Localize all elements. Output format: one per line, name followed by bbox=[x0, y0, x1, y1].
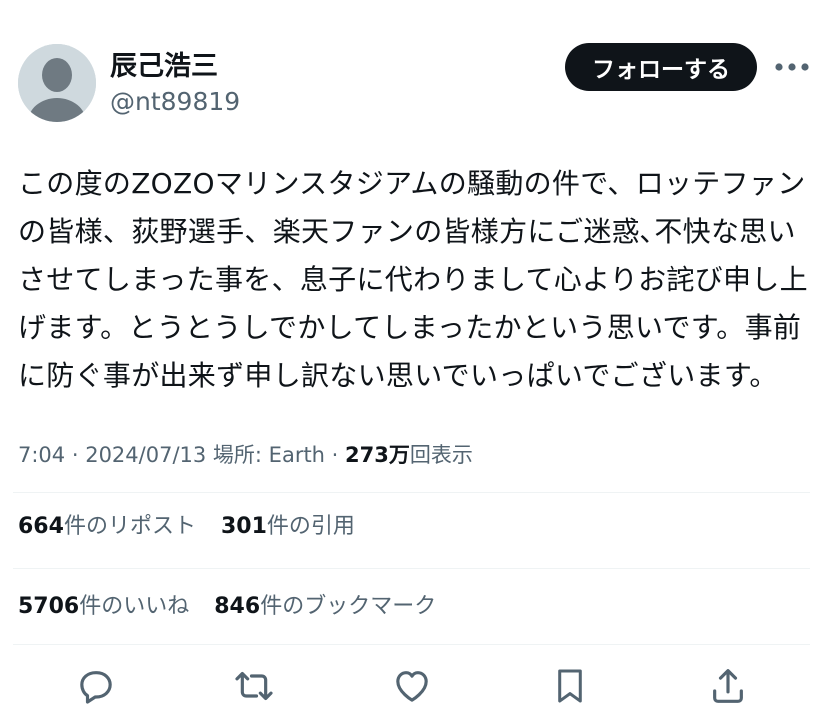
tweet-text-line: させてしまった事を、息子に代わりまして心よりお詫び申し上 bbox=[18, 263, 808, 296]
stats-row-bottom: 5706件のいいね 846件のブックマーク bbox=[18, 592, 454, 622]
author-handle[interactable]: @nt89819 bbox=[110, 86, 240, 118]
tweet-text-line: げます。とうとうしでかしてしまったかという思いです。事前 bbox=[18, 311, 802, 344]
share-icon bbox=[713, 669, 743, 703]
tweet-time[interactable]: 7:04 bbox=[18, 443, 65, 467]
bookmarks-count: 846 bbox=[214, 594, 261, 619]
follow-button[interactable]: フォローする bbox=[565, 43, 757, 91]
reposts-count: 664 bbox=[18, 514, 64, 539]
heart-icon bbox=[396, 671, 428, 702]
default-avatar-icon bbox=[18, 44, 96, 122]
divider bbox=[13, 492, 810, 493]
tweet-location: 場所: Earth bbox=[206, 443, 325, 467]
share-button[interactable] bbox=[706, 664, 750, 708]
more-horizontal-icon bbox=[775, 63, 809, 71]
meta-separator: · bbox=[65, 443, 86, 467]
reposts-label: 件のリポスト bbox=[63, 514, 196, 539]
tweet-meta: 7:04 · 2024/07/13 場所: Earth · 273万回表示 bbox=[18, 440, 473, 470]
reply-icon bbox=[80, 671, 112, 704]
bookmark-icon bbox=[558, 669, 582, 703]
tweet-text-line: この度のZOZOマリンスタジアムの騒動の件で、ロッテファン bbox=[18, 167, 806, 200]
quotes-stat[interactable]: 301件の引用 bbox=[221, 512, 355, 542]
tweet-text-line: の皆様、荻野選手、楽天ファンの皆様方にご迷惑､不快な思い bbox=[18, 215, 796, 248]
bookmarks-stat[interactable]: 846件のブックマーク bbox=[214, 592, 436, 622]
meta-separator: · bbox=[325, 443, 346, 467]
reply-button[interactable] bbox=[74, 664, 118, 708]
reposts-stat[interactable]: 664件のリポスト bbox=[18, 512, 196, 542]
tweet-date[interactable]: 2024/07/13 bbox=[85, 443, 206, 467]
views-count: 273万 bbox=[345, 443, 410, 467]
views-label: 回表示 bbox=[409, 443, 473, 467]
tweet-detail: 辰己浩三 @nt89819 フォローする この度のZOZOマリンスタジアムの騒動… bbox=[0, 0, 828, 720]
author-display-name[interactable]: 辰己浩三 bbox=[110, 50, 218, 84]
likes-label: 件のいいね bbox=[79, 594, 190, 619]
bookmark-button[interactable] bbox=[548, 664, 592, 708]
tweet-text-line: に防ぐ事が出来ず申し訳ない思いでいっぱいでございます。 bbox=[18, 359, 778, 392]
quotes-count: 301 bbox=[220, 514, 267, 539]
more-button[interactable] bbox=[772, 52, 812, 82]
like-button[interactable] bbox=[390, 664, 434, 708]
repost-button[interactable] bbox=[232, 664, 276, 708]
divider bbox=[13, 568, 810, 569]
likes-stat[interactable]: 5706件のいいね bbox=[18, 592, 189, 622]
bookmarks-label: 件のブックマーク bbox=[260, 594, 437, 619]
divider bbox=[13, 644, 810, 645]
likes-count: 5706 bbox=[18, 594, 80, 619]
quotes-label: 件の引用 bbox=[266, 514, 355, 539]
tweet-text: この度のZOZOマリンスタジアムの騒動の件で、ロッテファン の皆様、荻野選手、楽… bbox=[18, 160, 818, 400]
stats-row-top: 664件のリポスト 301件の引用 bbox=[18, 512, 373, 542]
avatar[interactable] bbox=[18, 44, 96, 122]
repost-icon bbox=[235, 671, 273, 701]
